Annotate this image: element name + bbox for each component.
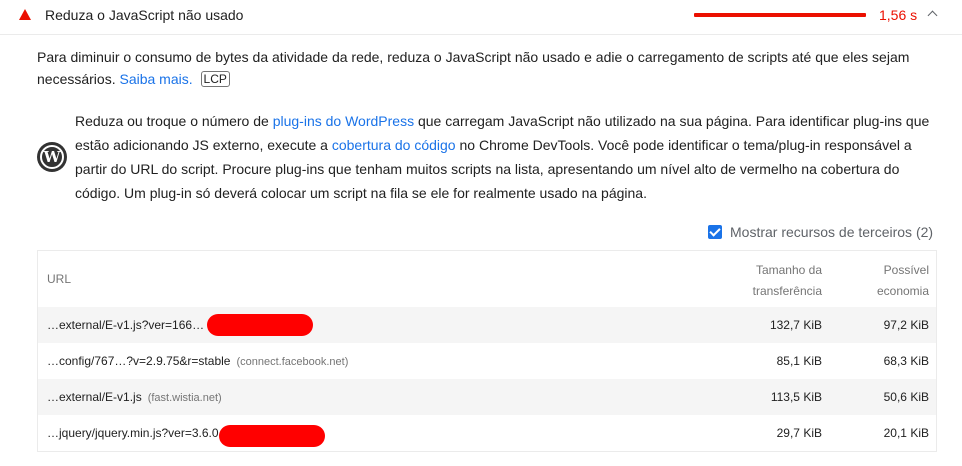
row-transfer-size: 113,5 KiB — [770, 390, 822, 404]
redaction-mark — [207, 314, 313, 336]
table-row[interactable]: …external/E-v1.js (fast.wistia.net) 113,5… — [38, 379, 936, 415]
stack-text-1: Reduza ou troque o número de — [75, 113, 273, 129]
audit-description: Para diminuir o consumo de bytes da ativ… — [37, 46, 937, 90]
third-party-label: Mostrar recursos de terceiros (2) — [730, 224, 934, 240]
redaction-mark — [219, 425, 325, 447]
header-transfer-size: Tamanho da transferência — [752, 263, 822, 298]
row-url[interactable]: …external/E-v1.js?ver=166… — [47, 318, 210, 332]
row-transfer-size: 85,1 KiB — [776, 354, 822, 368]
chevron-up-icon[interactable] — [927, 10, 938, 21]
table-row[interactable]: …jquery/jquery.min.js?ver=3.6.0 29,7 KiB… — [38, 415, 936, 451]
row-url[interactable]: …config/767…?v=2.9.75&r=stable (connect.f… — [47, 354, 348, 368]
wordpress-plugins-link[interactable]: plug-ins do WordPress — [273, 113, 414, 129]
row-savings: 97,2 KiB — [883, 318, 929, 332]
row-transfer-size: 29,7 KiB — [776, 426, 822, 440]
row-transfer-size: 132,7 KiB — [769, 318, 822, 332]
table-row[interactable]: …external/E-v1.js?ver=166… 132,7 KiB 97,… — [38, 307, 936, 343]
lcp-badge: LCP — [200, 71, 230, 87]
row-savings: 68,3 KiB — [883, 354, 929, 368]
third-party-filter[interactable]: Mostrar recursos de terceiros (2) — [708, 223, 933, 241]
header-url: URL — [47, 272, 72, 286]
table-row[interactable]: …config/767…?v=2.9.75&r=stable (connect.f… — [38, 343, 936, 379]
header-potential-savings: Possível economia — [876, 263, 929, 298]
resources-table: URL Tamanho da transferência Possível ec… — [37, 250, 937, 452]
wordpress-icon: W — [37, 142, 67, 172]
divider — [0, 34, 962, 35]
table-header: URL Tamanho da transferência Possível ec… — [38, 251, 936, 307]
savings-bar — [694, 13, 866, 17]
row-savings: 50,6 KiB — [883, 390, 929, 404]
warning-triangle-icon — [19, 9, 31, 20]
row-savings: 20,1 KiB — [883, 426, 929, 440]
audit-title: Reduza o JavaScript não usado — [45, 7, 244, 23]
audit-savings: 1,56 s — [879, 7, 918, 23]
learn-more-link[interactable]: Saiba mais. — [119, 71, 192, 87]
third-party-checkbox[interactable] — [708, 225, 722, 239]
row-url[interactable]: …jquery/jquery.min.js?ver=3.6.0 — [47, 426, 225, 440]
code-coverage-link[interactable]: cobertura do código — [332, 137, 456, 153]
row-url[interactable]: …external/E-v1.js (fast.wistia.net) — [47, 390, 222, 404]
audit-header[interactable]: Reduza o JavaScript não usado 1,56 s — [0, 0, 962, 32]
stack-pack-advice: Reduza ou troque o número de plug-ins do… — [75, 109, 940, 205]
